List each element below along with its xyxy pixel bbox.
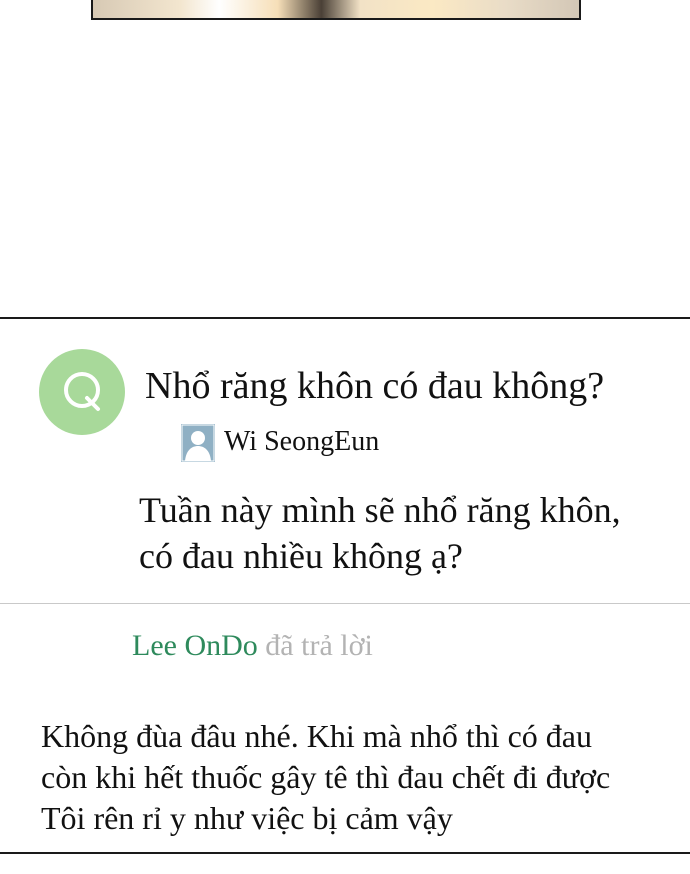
answer-body-line: Không đùa đâu nhé. Khi mà nhổ thì có đau xyxy=(41,718,592,754)
question-badge xyxy=(39,349,125,435)
question-body-line: Tuần này mình sẽ nhổ răng khôn, xyxy=(139,490,621,530)
top-divider xyxy=(0,317,690,319)
answered-label: đã trả lời xyxy=(265,629,373,662)
question-author: Wi SeongEun xyxy=(224,426,380,457)
question-body: Tuần này mình sẽ nhổ răng khôn, có đau n… xyxy=(139,487,690,579)
answer-header: Lee OnDo đã trả lời xyxy=(132,627,373,665)
answer-body-line: còn khi hết thuốc gây tê thì đau chết đi… xyxy=(41,759,611,795)
comic-panel-bottom-edge xyxy=(91,0,581,20)
answer-body-line: Tôi rên rỉ y như việc bị cảm vậy xyxy=(41,800,453,836)
question-body-line: có đau nhiều không ạ? xyxy=(139,536,463,576)
q-letter-icon xyxy=(64,372,100,411)
bottom-divider xyxy=(0,852,690,854)
user-avatar-icon xyxy=(181,424,215,462)
answerer-name: Lee OnDo xyxy=(132,629,258,662)
answer-divider xyxy=(0,603,690,604)
question-title: Nhổ răng khôn có đau không? xyxy=(145,365,605,407)
answer-body: Không đùa đâu nhé. Khi mà nhổ thì có đau… xyxy=(41,716,690,839)
